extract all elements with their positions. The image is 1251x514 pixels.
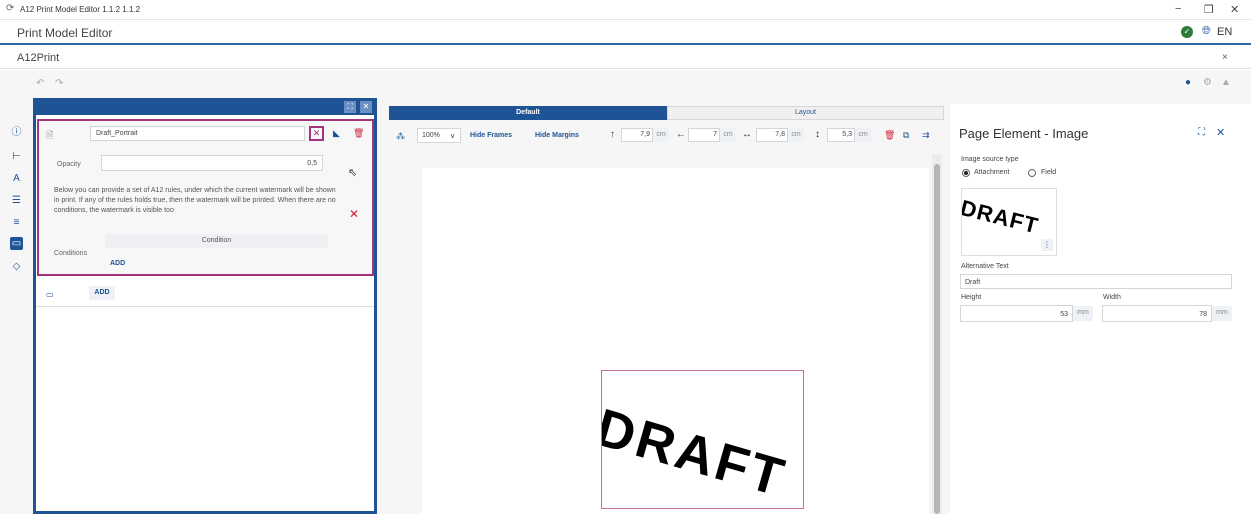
delete-element-icon[interactable]: 🗑︎ [884,130,895,141]
list-icon[interactable]: ☰ [10,194,23,207]
height-mm-unit: mm [1073,306,1093,321]
expand-properties-icon[interactable]: ⛶ [1198,127,1205,138]
shapes-icon[interactable]: ⁂ [396,131,405,142]
settings-icon[interactable]: ⚙ [1203,77,1212,88]
height-unit: cm [855,128,871,142]
app-title: Print Model Editor [17,26,113,40]
height-input[interactable]: 5,3 [827,128,855,142]
document-icon: 🗎︎ [46,130,54,140]
close-properties-icon[interactable]: ✕ [1216,126,1225,139]
clear-icon[interactable]: ✕ [309,126,324,141]
divider [36,306,374,307]
top-unit: cm [653,128,669,142]
folder-icon: ▭ [46,290,54,299]
zoom-select[interactable]: 100% ∨ [417,128,461,143]
condition-header: Condition [105,234,328,248]
redo-icon[interactable]: ↷ [55,78,63,89]
wrap-icon[interactable]: ⇉ [922,130,930,141]
watermark-name-input[interactable]: Draft_Portrait [90,126,305,141]
top-position-input[interactable]: 7,9 [621,128,653,142]
check-circle-icon: ✓ [1181,26,1193,38]
cursor-icon: ⇖ [348,167,358,179]
restore-icon[interactable]: ❐ [1204,3,1214,16]
delete-icon[interactable]: 🗑︎ [353,128,364,139]
close-window-icon[interactable]: ✕ [1230,3,1239,16]
opacity-input[interactable]: 0,5 [101,155,323,171]
arrow-up-icon: ↑ [610,129,615,140]
copy-icon[interactable]: ⧉ [903,130,909,141]
width-input[interactable]: 7,8 [756,128,788,142]
table-icon[interactable]: ≡ [10,216,23,229]
minimize-icon[interactable]: − [1175,3,1181,15]
watermark-panel-header [33,98,377,115]
add-condition-button[interactable]: ADD [110,260,125,267]
draft-image-text: DRAFT [601,397,793,509]
tab-layout[interactable]: Layout [667,106,944,120]
text-icon[interactable]: A [10,172,23,185]
conditions-label: Conditions [54,250,88,257]
properties-title: Page Element - Image [959,126,1089,141]
close-tab-icon[interactable]: × [1222,52,1228,63]
left-position-input[interactable]: 7 [688,128,720,142]
alternative-text-label: Alternative Text [961,263,1009,270]
more-vertical-icon[interactable]: ⋮ [1041,239,1053,251]
eye-icon[interactable]: ● [1185,77,1191,88]
app-header: Print Model Editor ✓ 🌐︎ EN [0,20,1251,45]
hide-margins-button[interactable]: Hide Margins [535,132,579,139]
width-arrows-icon: ↔ [742,129,752,140]
expand-icon[interactable]: ⛶ [344,101,356,113]
add-watermark-button[interactable]: ADD [89,286,115,300]
window-titlebar: ⟳ A12 Print Model Editor 1.1.2 1.1.2 − ❐… [0,0,1251,20]
height-label: Height [961,294,982,301]
arrow-left-icon: ← [676,129,686,140]
width-mm-input[interactable]: 78 [1102,305,1212,322]
window-title: A12 Print Model Editor 1.1.2 1.1.2 [20,5,141,14]
hide-frames-button[interactable]: Hide Frames [470,132,512,139]
draft-image-element[interactable]: DRAFT [601,370,804,509]
undo-icon[interactable]: ↶ [36,78,44,89]
globe-icon[interactable]: 🌐︎ [1202,25,1211,38]
close-panel-icon[interactable]: ✕ [360,101,372,113]
alternative-text-input[interactable]: Draft [960,274,1232,289]
image-thumbnail[interactable]: DRAFT ⋮ [961,188,1057,256]
width-mm-unit: mm [1212,306,1232,321]
language-selector[interactable]: EN [1217,26,1232,38]
canvas-scrollbar-thumb[interactable] [934,164,940,514]
tree-icon[interactable]: ⊢ [10,150,23,163]
chevron-down-icon: ∨ [450,133,456,140]
editor-toolbar: ↶ ↷ ● ⚙ ▲ [0,70,1251,98]
corner-icon[interactable]: ◣ [333,128,340,139]
watermark-description: Below you can provide a set of A12 rules… [54,187,336,214]
tab-default[interactable]: Default [389,106,667,120]
image-source-type-label: Image source type [961,156,1019,163]
document-tab-bar: A12Print × [0,47,1251,69]
tab-a12print[interactable]: A12Print [17,52,59,64]
left-rail: ⓘ ⊢ A ☰ ≡ ▭ ◇ [6,124,28,284]
height-arrows-icon: ↕ [815,129,820,140]
warning-icon[interactable]: ▲ [1221,77,1231,88]
watermark-icon[interactable]: ▭ [10,237,23,250]
field-radio[interactable] [1028,169,1036,177]
attachment-radio[interactable] [962,169,970,177]
left-unit: cm [720,128,736,142]
zoom-value: 100% [422,132,440,139]
thumbnail-text: DRAFT [961,195,1042,239]
reload-icon[interactable]: ⟳ [6,3,14,14]
opacity-label: Opacity [57,161,81,168]
info-icon[interactable]: ⓘ [10,126,23,139]
field-label: Field [1041,169,1057,176]
attachment-label: Attachment [974,169,1010,176]
height-mm-input[interactable]: 53 [960,305,1073,322]
width-unit: cm [788,128,804,142]
remove-rules-icon[interactable]: ✕ [349,207,359,221]
width-label: Width [1103,294,1121,301]
diamond-icon[interactable]: ◇ [10,260,23,273]
